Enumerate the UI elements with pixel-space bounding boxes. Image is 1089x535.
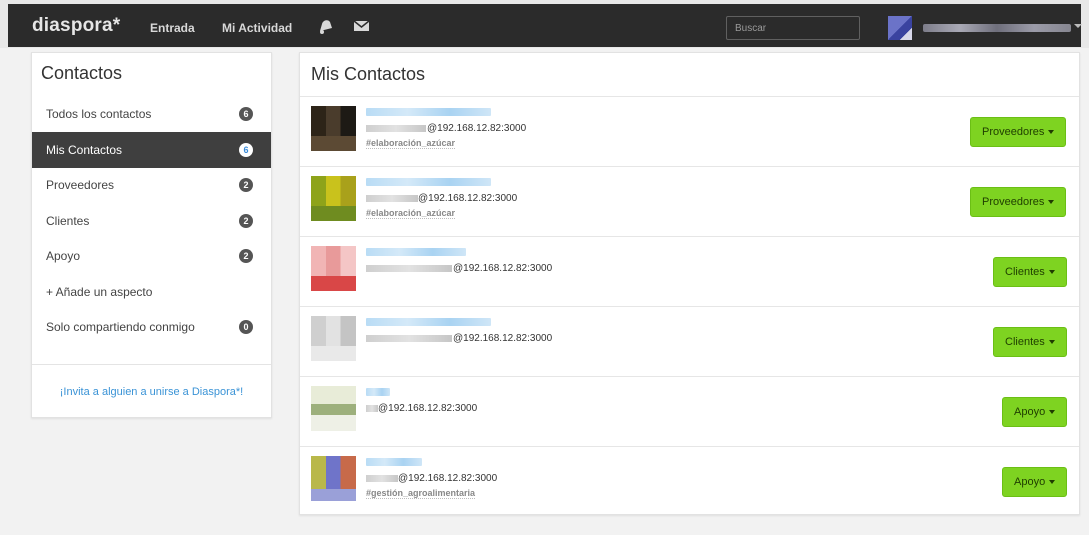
contact-host: @192.168.12.82:3000 [378, 403, 478, 414]
contact-row: @192.168.12.82:3000 Apoyo [300, 376, 1079, 446]
aspect-dropdown-button[interactable]: Proveedores [970, 187, 1067, 217]
contact-name-redacted[interactable] [366, 108, 491, 116]
aspect-dropdown-button[interactable]: Apoyo [1002, 467, 1068, 497]
chevron-down-icon [1048, 270, 1055, 275]
bell-icon[interactable] [316, 17, 336, 35]
sidebar-item-clientes[interactable]: Clientes 2 [32, 203, 271, 239]
count-badge: 2 [239, 249, 253, 263]
search-input[interactable] [726, 16, 860, 40]
contact-row: @192.168.12.82:3000 Clientes [300, 306, 1079, 376]
contact-avatar[interactable] [311, 246, 356, 291]
sidebar-divider [32, 364, 271, 365]
aspect-dropdown-label: Clientes [1005, 336, 1045, 348]
sidebar-item-my-contacts[interactable]: Mis Contactos 6 [32, 132, 271, 168]
contact-avatar[interactable] [311, 456, 356, 501]
contacts-sidebar: Contactos Todos los contactos 6 Mis Cont… [31, 52, 272, 418]
contact-avatar[interactable] [311, 176, 356, 221]
sidebar-title: Contactos [41, 63, 123, 83]
sidebar-item-label: Clientes [46, 214, 90, 228]
contact-name-redacted[interactable] [366, 178, 491, 186]
aspect-dropdown-label: Proveedores [982, 126, 1045, 138]
mail-icon[interactable] [352, 17, 372, 35]
aspect-dropdown-button[interactable]: Proveedores [970, 117, 1067, 147]
nav-link-stream[interactable]: Entrada [150, 21, 195, 35]
contact-row: @192.168.12.82:3000 Clientes [300, 236, 1079, 306]
sidebar-item-label: + Añade un aspecto [46, 285, 153, 299]
contact-row: @192.168.12.82:3000 #elaboración_azúcar … [300, 166, 1079, 236]
contact-handle-redacted [366, 195, 418, 202]
contact-name-redacted[interactable] [366, 458, 422, 466]
contact-avatar[interactable] [311, 106, 356, 151]
count-badge: 2 [239, 214, 253, 228]
contact-name-redacted[interactable] [366, 388, 390, 396]
contact-host: @192.168.12.82:3000 [427, 123, 527, 134]
chevron-down-icon [1049, 480, 1056, 485]
brand-logo[interactable]: diaspora* [32, 15, 120, 37]
contact-tag[interactable]: #elaboración_azúcar [366, 138, 456, 149]
sidebar-item-proveedores[interactable]: Proveedores 2 [32, 167, 271, 203]
top-bar-wrapper: diaspora* Entrada Mi Actividad [0, 0, 1089, 48]
contact-host: @192.168.12.82:3000 [453, 263, 553, 274]
user-avatar[interactable] [888, 16, 912, 40]
contact-avatar[interactable] [311, 386, 356, 431]
count-badge: 2 [239, 178, 253, 192]
contact-tag[interactable]: #elaboración_azúcar [366, 208, 456, 219]
contact-host: @192.168.12.82:3000 [398, 473, 498, 484]
aspect-dropdown-button[interactable]: Clientes [993, 257, 1067, 287]
sidebar-item-label: Solo compartiendo conmigo [46, 320, 195, 334]
aspect-dropdown-button[interactable]: Apoyo [1002, 397, 1068, 427]
contact-name-redacted[interactable] [366, 248, 466, 256]
sidebar-item-label: Proveedores [46, 178, 115, 192]
contacts-panel: Mis Contactos @192.168.12.82:3000 #elabo… [299, 52, 1080, 515]
contact-row: @192.168.12.82:3000 #elaboración_azúcar … [300, 96, 1079, 166]
sidebar-item-label: Mis Contactos [46, 143, 123, 157]
chevron-down-icon[interactable] [1074, 24, 1082, 28]
page-title: Mis Contactos [311, 64, 426, 84]
chevron-down-icon [1049, 410, 1056, 415]
user-name-redacted[interactable] [923, 24, 1071, 32]
top-navigation-bar: diaspora* Entrada Mi Actividad [8, 4, 1082, 47]
count-badge: 0 [239, 320, 253, 334]
nav-link-activity[interactable]: Mi Actividad [222, 21, 292, 35]
contact-handle-redacted [366, 475, 398, 482]
sidebar-item-all-contacts[interactable]: Todos los contactos 6 [32, 96, 271, 132]
contact-name-redacted[interactable] [366, 318, 491, 326]
sidebar-item-apoyo[interactable]: Apoyo 2 [32, 238, 271, 274]
contact-host: @192.168.12.82:3000 [453, 333, 553, 344]
contact-handle-redacted [366, 405, 378, 412]
sidebar-item-label: Apoyo [46, 249, 81, 263]
contact-tag[interactable]: #gestión_agroalimentaria [366, 488, 476, 499]
invite-link[interactable]: ¡Invita a alguien a unirse a Diaspora*! [32, 386, 271, 398]
contact-host: @192.168.12.82:3000 [418, 193, 518, 204]
count-badge: 6 [239, 143, 253, 157]
aspect-dropdown-label: Clientes [1005, 266, 1045, 278]
chevron-down-icon [1048, 130, 1055, 135]
contact-handle-redacted [366, 335, 452, 342]
count-badge: 6 [239, 107, 253, 121]
sidebar-item-only-sharing[interactable]: Solo compartiendo conmigo 0 [32, 309, 271, 345]
contact-handle-redacted [366, 125, 426, 132]
aspect-dropdown-label: Apoyo [1014, 476, 1046, 488]
contact-avatar[interactable] [311, 316, 356, 361]
chevron-down-icon [1048, 340, 1055, 345]
sidebar-item-label: Todos los contactos [46, 107, 152, 121]
aspect-dropdown-button[interactable]: Clientes [993, 327, 1067, 357]
chevron-down-icon [1048, 200, 1055, 205]
contact-row: @192.168.12.82:3000 #gestión_agroaliment… [300, 446, 1079, 516]
contact-handle-redacted [366, 265, 452, 272]
aspect-dropdown-label: Apoyo [1014, 406, 1046, 418]
add-aspect-link[interactable]: + Añade un aspecto [32, 274, 271, 310]
aspect-dropdown-label: Proveedores [982, 196, 1045, 208]
